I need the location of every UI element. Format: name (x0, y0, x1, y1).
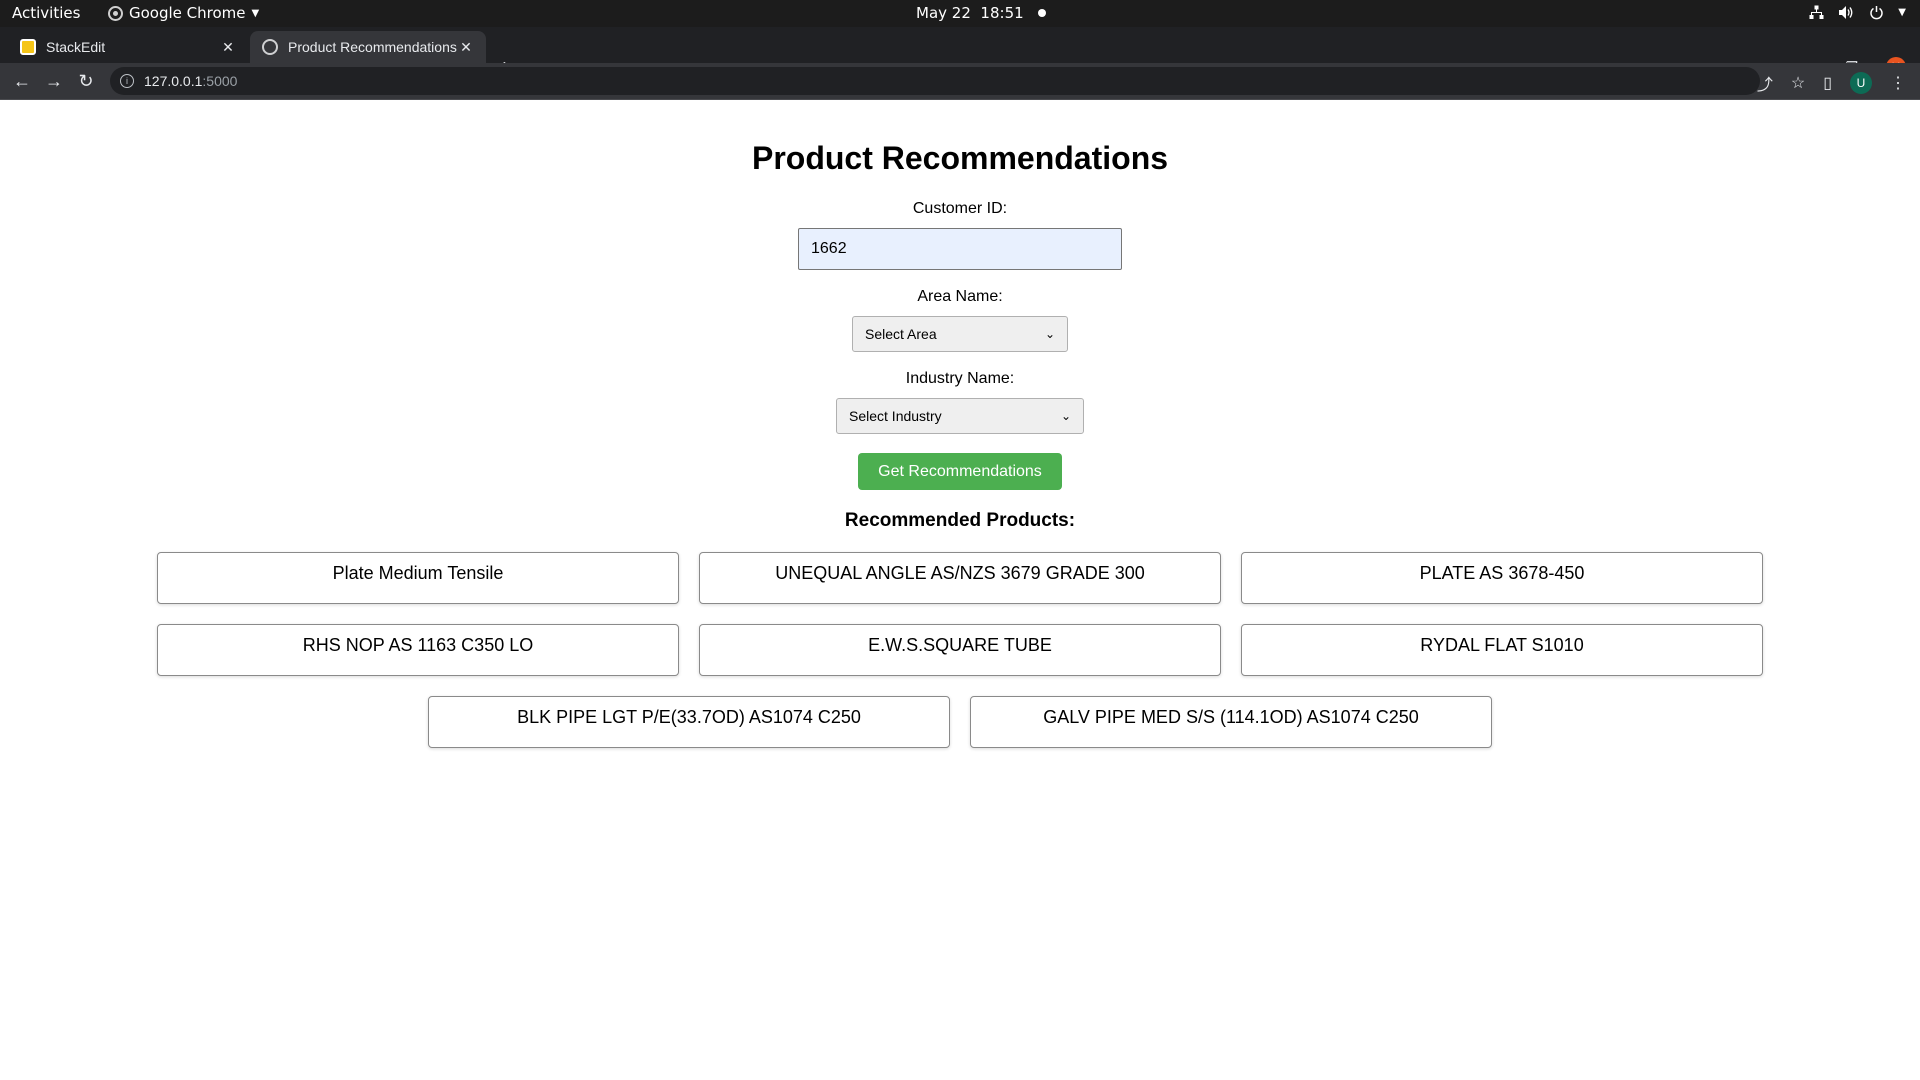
system-tray[interactable]: ▼ (1808, 4, 1906, 20)
area-select[interactable]: Select Area ⌄ (852, 316, 1068, 352)
area-select-value: Select Area (865, 326, 937, 342)
address-bar[interactable]: i 127.0.0.1:5000 (110, 67, 1760, 95)
toolbar-actions: ⤴ ☆ ▯ U ⋮ (1757, 71, 1906, 95)
close-tab-icon[interactable]: ✕ (220, 39, 236, 56)
kebab-menu-icon[interactable]: ⋮ (1890, 73, 1906, 93)
product-card: GALV PIPE MED S/S (114.1OD) AS1074 C250 (970, 696, 1492, 748)
notification-dot-icon (1037, 9, 1046, 17)
caret-down-icon: ▼ (251, 7, 260, 19)
url-port: :5000 (202, 73, 238, 89)
profile-avatar[interactable]: U (1850, 72, 1872, 94)
globe-favicon-icon (262, 39, 278, 55)
industry-select-value: Select Industry (849, 408, 942, 424)
system-top-bar: Activities Google Chrome ▼ May 22 18:51 … (0, 0, 1920, 27)
get-recommendations-button[interactable]: Get Recommendations (858, 453, 1062, 490)
activities-button[interactable]: Activities (12, 4, 80, 22)
recommended-products-heading: Recommended Products: (844, 510, 1076, 531)
industry-name-label: Industry Name: (905, 370, 1015, 387)
close-tab-icon[interactable]: ✕ (458, 39, 474, 56)
customer-id-label: Customer ID: (912, 200, 1008, 217)
caret-down-icon: ▼ (1898, 6, 1906, 18)
back-arrow-icon[interactable]: ← (12, 71, 32, 91)
side-panel-icon[interactable]: ▯ (1823, 73, 1832, 93)
bookmark-star-icon[interactable]: ☆ (1791, 73, 1805, 93)
site-info-icon[interactable]: i (120, 74, 134, 88)
tab-stackedit[interactable]: StackEdit ✕ (8, 31, 248, 63)
clock-date: May 22 (916, 4, 971, 22)
area-name-label: Area Name: (917, 288, 1003, 305)
reload-icon[interactable]: ↻ (76, 71, 96, 91)
share-icon[interactable]: ⤴ (1757, 71, 1773, 95)
product-card: PLATE AS 3678-450 (1241, 552, 1763, 604)
tab-strip: StackEdit ✕ Product Recommendations ✕ + … (0, 27, 1920, 79)
power-icon (1868, 4, 1884, 20)
stackedit-favicon-icon (20, 39, 36, 55)
page-content: Product Recommendations Customer ID: Are… (0, 100, 1920, 1080)
browser-toolbar: ← → ↻ i 127.0.0.1:5000 ⤴ ☆ ▯ U ⋮ (0, 63, 1920, 100)
industry-select[interactable]: Select Industry ⌄ (836, 398, 1084, 434)
app-menu[interactable]: Google Chrome ▼ (108, 4, 259, 22)
tab-title: Product Recommendations (288, 39, 457, 55)
chevron-down-icon: ⌄ (1044, 327, 1055, 341)
page-title: Product Recommendations (751, 140, 1169, 176)
forward-arrow-icon[interactable]: → (44, 71, 64, 91)
chrome-icon (108, 5, 123, 21)
customer-id-input[interactable] (798, 228, 1122, 270)
product-card: RYDAL FLAT S1010 (1241, 624, 1763, 676)
clock[interactable]: May 22 18:51 (916, 4, 1046, 22)
product-card: E.W.S.SQUARE TUBE (699, 624, 1221, 676)
product-card: RHS NOP AS 1163 C350 LO (157, 624, 679, 676)
clock-time: 18:51 (980, 4, 1024, 22)
tab-title: StackEdit (46, 39, 106, 55)
app-menu-label: Google Chrome (129, 4, 246, 22)
product-card: UNEQUAL ANGLE AS/NZS 3679 GRADE 300 (699, 552, 1221, 604)
chevron-down-icon: ⌄ (1060, 409, 1071, 423)
product-card: Plate Medium Tensile (157, 552, 679, 604)
url-host: 127.0.0.1 (144, 73, 203, 89)
network-icon (1808, 4, 1824, 20)
product-card: BLK PIPE LGT P/E(33.7OD) AS1074 C250 (428, 696, 950, 748)
volume-icon (1838, 4, 1854, 20)
tab-product-recommendations[interactable]: Product Recommendations ✕ (250, 31, 486, 63)
